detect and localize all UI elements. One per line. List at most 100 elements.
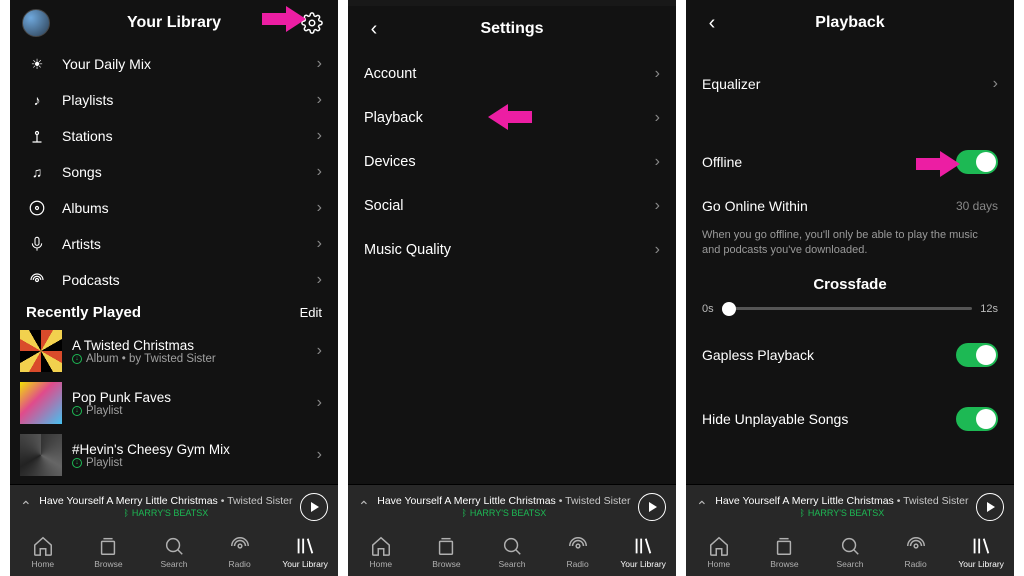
- tab-home[interactable]: Home: [10, 528, 76, 576]
- header: Your Library: [10, 0, 338, 46]
- menu-item-daily-mix[interactable]: ☀Your Daily Mix›: [10, 46, 338, 82]
- playback-settings: Equalizer› Offline Go Online Within 30 d…: [686, 46, 1014, 484]
- sun-icon: ☀: [26, 56, 48, 73]
- bluetooth-icon: ᛒ: [461, 508, 466, 518]
- equalizer-row[interactable]: Equalizer›: [686, 62, 1014, 106]
- chevron-right-icon: ›: [317, 342, 322, 360]
- play-button[interactable]: [300, 493, 328, 521]
- chevron-up-icon[interactable]: ⌃: [20, 498, 32, 515]
- chevron-right-icon: ›: [993, 75, 998, 93]
- tab-home[interactable]: Home: [686, 528, 752, 576]
- gapless-toggle[interactable]: [956, 343, 998, 367]
- downloaded-icon: ↓: [72, 458, 82, 468]
- radio-icon: [567, 535, 589, 557]
- album-cover: [20, 382, 62, 424]
- chevron-right-icon: ›: [655, 109, 660, 127]
- tab-home[interactable]: Home: [348, 528, 414, 576]
- recent-item[interactable]: Pop Punk Faves ↓Playlist ›: [10, 377, 338, 429]
- menu-item-albums[interactable]: Albums›: [10, 190, 338, 226]
- page-title: Playback: [686, 14, 1014, 32]
- library-menu: ☀Your Daily Mix› ♪Playlists› Stations› ♫…: [10, 46, 338, 484]
- settings-item-devices[interactable]: Devices›: [348, 140, 676, 184]
- tab-search[interactable]: Search: [817, 528, 883, 576]
- bluetooth-icon: ᛒ: [123, 508, 128, 518]
- disc-icon: [26, 199, 48, 217]
- chevron-up-icon[interactable]: ⌃: [696, 498, 708, 515]
- tab-library[interactable]: Your Library: [610, 528, 676, 576]
- chevron-right-icon: ›: [317, 127, 322, 145]
- back-button[interactable]: ‹: [360, 15, 388, 43]
- note-icon: ♪: [26, 92, 48, 108]
- tab-bar: Home Browse Search Radio Your Library: [686, 528, 1014, 576]
- menu-item-playlists[interactable]: ♪Playlists›: [10, 82, 338, 118]
- page-title: Your Library: [10, 14, 338, 32]
- tab-radio[interactable]: Radio: [545, 528, 611, 576]
- tab-search[interactable]: Search: [141, 528, 207, 576]
- screen-library: Your Library ☀Your Daily Mix› ♪Playlists…: [10, 0, 338, 576]
- chevron-right-icon: ›: [655, 241, 660, 259]
- tab-browse[interactable]: Browse: [414, 528, 480, 576]
- tab-search[interactable]: Search: [479, 528, 545, 576]
- settings-item-account[interactable]: Account›: [348, 52, 676, 96]
- header: ‹ Settings: [348, 6, 676, 52]
- bluetooth-icon: ᛒ: [799, 508, 804, 518]
- tab-browse[interactable]: Browse: [76, 528, 142, 576]
- play-icon: [987, 502, 995, 512]
- menu-item-artists[interactable]: Artists›: [10, 226, 338, 262]
- hide-unplayable-row: Hide Unplayable Songs: [686, 397, 1014, 441]
- edit-button[interactable]: Edit: [300, 305, 322, 320]
- settings-item-music-quality[interactable]: Music Quality›: [348, 228, 676, 268]
- chevron-right-icon: ›: [317, 163, 322, 181]
- menu-item-podcasts[interactable]: Podcasts›: [10, 262, 338, 298]
- chevron-right-icon: ›: [655, 197, 660, 215]
- now-playing-bar[interactable]: ⌃ Have Yourself A Merry Little Christmas…: [10, 484, 338, 528]
- recent-item[interactable]: #Hevin's Cheesy Gym Mix ↓Playlist ›: [10, 429, 338, 481]
- chevron-up-icon[interactable]: ⌃: [358, 498, 370, 515]
- tab-library[interactable]: Your Library: [272, 528, 338, 576]
- go-online-row: Go Online Within 30 days: [686, 184, 1014, 228]
- tab-browse[interactable]: Browse: [752, 528, 818, 576]
- antenna-icon: [26, 127, 48, 145]
- chevron-right-icon: ›: [317, 271, 322, 289]
- home-icon: [32, 535, 54, 557]
- recent-item[interactable]: A Twisted Christmas ↓Album • by Twisted …: [10, 325, 338, 377]
- library-icon: [970, 535, 992, 557]
- menu-item-stations[interactable]: Stations›: [10, 118, 338, 154]
- crossfade-slider[interactable]: [722, 307, 973, 310]
- album-cover: [20, 434, 62, 476]
- chevron-right-icon: ›: [317, 235, 322, 253]
- chevron-right-icon: ›: [317, 446, 322, 464]
- play-button[interactable]: [638, 493, 666, 521]
- menu-item-songs[interactable]: ♫Songs›: [10, 154, 338, 190]
- play-button[interactable]: [976, 493, 1004, 521]
- back-button[interactable]: ‹: [698, 9, 726, 37]
- play-icon: [649, 502, 657, 512]
- avatar[interactable]: [22, 9, 50, 37]
- offline-toggle[interactable]: [956, 150, 998, 174]
- offline-note: When you go offline, you'll only be able…: [686, 228, 1014, 264]
- library-icon: [632, 535, 654, 557]
- radio-icon: [905, 535, 927, 557]
- search-icon: [163, 535, 185, 557]
- settings-list: Account› Playback› Devices› Social› Musi…: [348, 52, 676, 268]
- settings-item-social[interactable]: Social›: [348, 184, 676, 228]
- chevron-right-icon: ›: [317, 91, 322, 109]
- now-playing-bar[interactable]: ⌃ Have Yourself A Merry Little Christmas…: [686, 484, 1014, 528]
- crossfade-slider-row: 0s 12s: [686, 299, 1014, 325]
- now-playing-bar[interactable]: ⌃ Have Yourself A Merry Little Christmas…: [348, 484, 676, 528]
- browse-icon: [435, 535, 457, 557]
- tab-radio[interactable]: Radio: [207, 528, 273, 576]
- gear-icon: [301, 12, 323, 34]
- browse-icon: [773, 535, 795, 557]
- chevron-right-icon: ›: [317, 394, 322, 412]
- settings-item-playback[interactable]: Playback›: [348, 96, 676, 140]
- tab-radio[interactable]: Radio: [883, 528, 949, 576]
- hide-unplayable-toggle[interactable]: [956, 407, 998, 431]
- settings-button[interactable]: [298, 9, 326, 37]
- tab-library[interactable]: Your Library: [948, 528, 1014, 576]
- album-cover: [20, 330, 62, 372]
- chevron-right-icon: ›: [317, 55, 322, 73]
- header: ‹ Playback: [686, 0, 1014, 46]
- search-icon: [501, 535, 523, 557]
- screen-settings: ‹ Settings Account› Playback› Devices› S…: [348, 0, 676, 576]
